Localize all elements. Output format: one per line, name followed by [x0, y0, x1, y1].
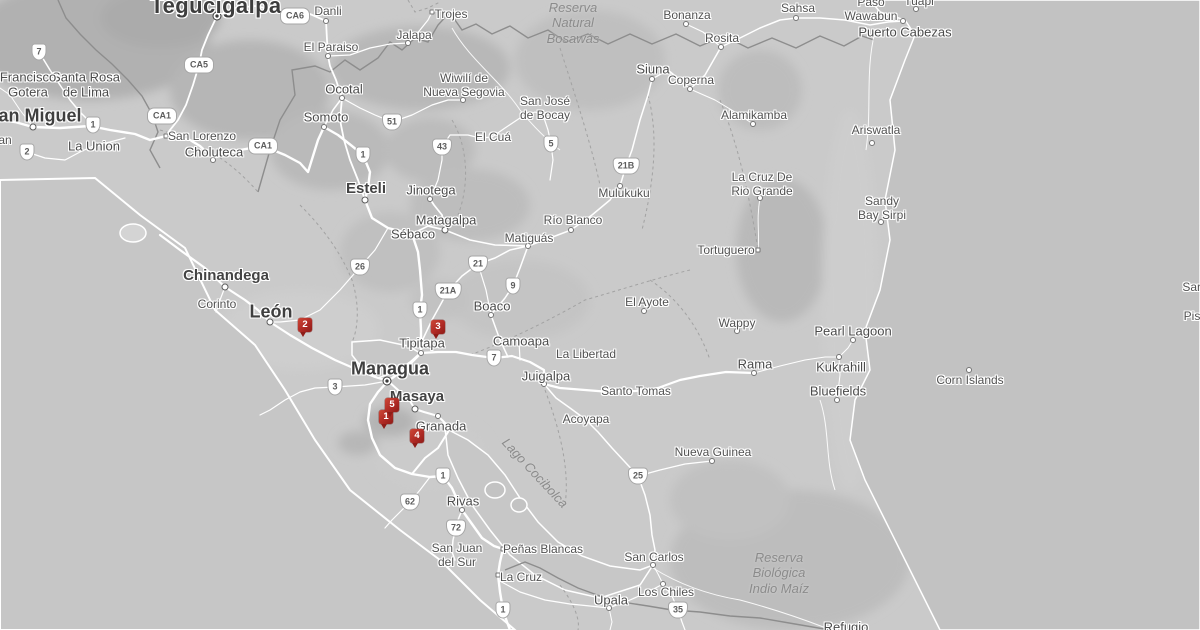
map-marker-3[interactable]: 3	[431, 320, 445, 334]
map-marker-2[interactable]: 2	[298, 318, 312, 332]
map-marker-4[interactable]: 4	[410, 429, 424, 443]
map-marker-5[interactable]: 5	[385, 398, 399, 412]
markers-layer: 12345	[0, 0, 1200, 630]
map-canvas[interactable]: TegucigalpaDanliTrojesJalapaEl ParaisoSa…	[0, 0, 1200, 630]
